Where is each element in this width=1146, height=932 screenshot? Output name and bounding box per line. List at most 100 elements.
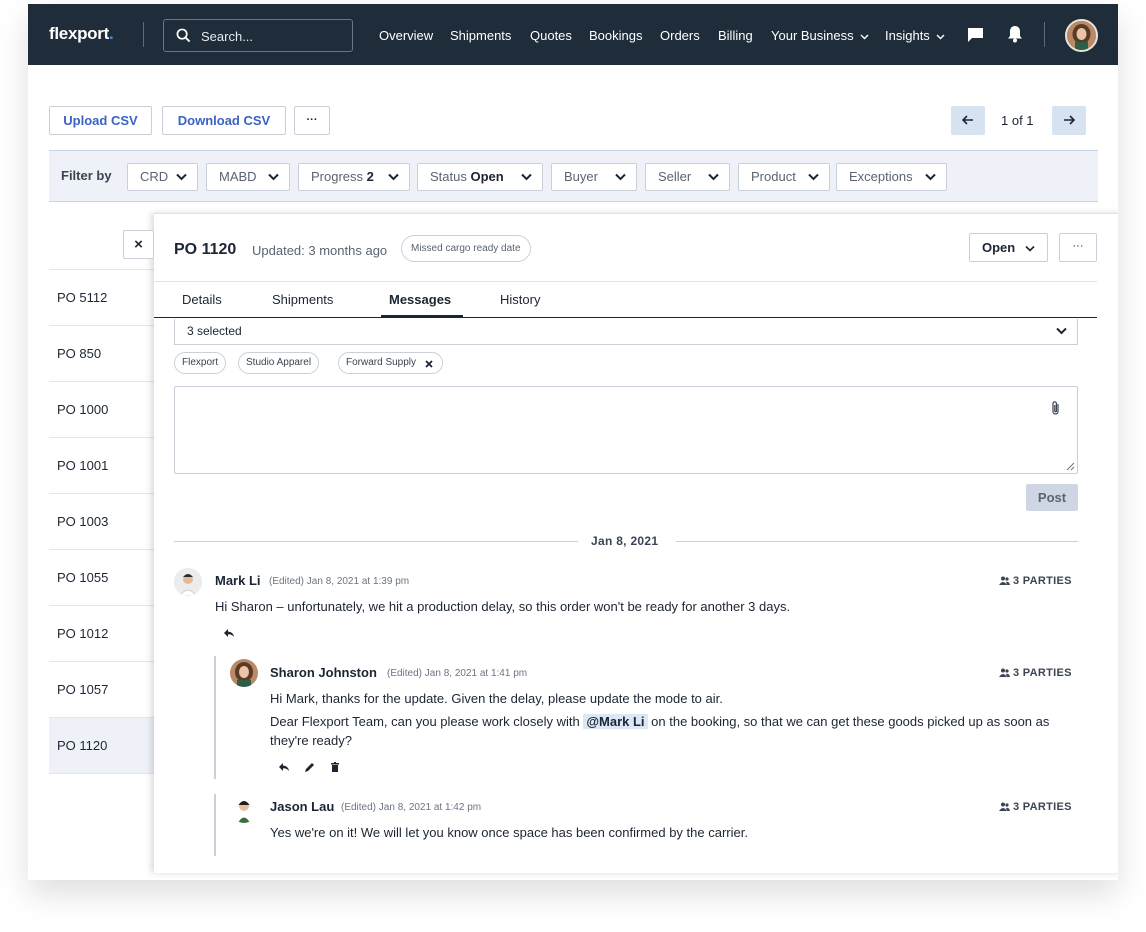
- edit-icon[interactable]: [305, 763, 314, 772]
- bell-icon[interactable]: [1007, 25, 1023, 43]
- message-meta: (Edited) Jan 8, 2021 at 1:42 pm: [341, 802, 482, 813]
- recipient-chip[interactable]: Studio Apparel: [238, 352, 320, 374]
- recipients-select[interactable]: 3 selected: [174, 319, 1078, 345]
- po-row[interactable]: PO 850: [49, 326, 159, 382]
- filter-mabd[interactable]: MABD: [206, 163, 290, 191]
- detail-tabs: Details Shipments Messages History: [154, 281, 1097, 318]
- nav-divider: [143, 22, 144, 47]
- arrow-right-icon: [1064, 115, 1076, 125]
- tab-details[interactable]: Details: [182, 292, 222, 307]
- parties-indicator[interactable]: 3 PARTIES: [999, 667, 1072, 679]
- people-icon: [999, 802, 1010, 811]
- avatar: [174, 568, 202, 596]
- user-avatar[interactable]: [1065, 19, 1098, 52]
- arrow-left-icon: [961, 115, 973, 125]
- filter-seller[interactable]: Seller: [645, 163, 730, 191]
- filter-product[interactable]: Product: [738, 163, 830, 191]
- recipient-chip[interactable]: Forward Supply: [338, 352, 444, 374]
- chevron-down-icon: [615, 173, 626, 181]
- filter-status[interactable]: Status Open: [417, 163, 543, 191]
- mention-tag[interactable]: @Mark Li: [583, 714, 648, 729]
- filter-label: Filter by: [61, 168, 112, 183]
- message-text: Dear Flexport Team, can you please work …: [270, 714, 1050, 729]
- close-panel-button[interactable]: ×: [123, 230, 154, 259]
- recipient-chip[interactable]: Flexport: [174, 352, 227, 374]
- nav-link-overview[interactable]: Overview: [379, 28, 433, 43]
- message-text: Yes we're on it! We will let you know on…: [270, 825, 748, 840]
- app-window: flexport. Search... Overview Shipments Q…: [28, 4, 1118, 880]
- po-row[interactable]: PO 1001: [49, 438, 159, 494]
- tab-history[interactable]: History: [500, 292, 540, 307]
- status-dropdown[interactable]: Open: [969, 233, 1048, 262]
- people-icon: [999, 668, 1010, 677]
- chevron-down-icon: [521, 173, 532, 181]
- po-row[interactable]: PO 1012: [49, 606, 159, 662]
- close-icon[interactable]: [425, 360, 433, 368]
- tab-shipments[interactable]: Shipments: [272, 292, 333, 307]
- upload-csv-button[interactable]: Upload CSV: [49, 106, 152, 135]
- filter-bar: Filter by CRD MABD Progress 2 Status Ope…: [49, 150, 1098, 202]
- message-author: Mark Li: [215, 573, 261, 588]
- flexport-logo[interactable]: flexport.: [49, 24, 114, 44]
- filter-progress[interactable]: Progress 2: [298, 163, 410, 191]
- avatar-image: [174, 568, 202, 596]
- message-text: Hi Sharon – unfortunately, we hit a prod…: [215, 599, 791, 614]
- date-divider-line: [174, 541, 578, 542]
- message-author: Jason Lau: [270, 799, 335, 814]
- nav-link-bookings[interactable]: Bookings: [589, 28, 642, 43]
- message-input[interactable]: [174, 386, 1078, 474]
- download-csv-button[interactable]: Download CSV: [162, 106, 286, 135]
- updated-label: Updated: 3 months ago: [252, 243, 388, 258]
- nav-link-shipments[interactable]: Shipments: [450, 28, 511, 43]
- filter-buyer[interactable]: Buyer: [551, 163, 637, 191]
- nav-divider: [1044, 22, 1045, 47]
- po-row[interactable]: PO 1057: [49, 662, 159, 718]
- next-page-button[interactable]: [1052, 106, 1086, 135]
- chevron-down-icon: [708, 173, 719, 181]
- resize-handle-icon[interactable]: [1066, 462, 1075, 471]
- post-button[interactable]: Post: [1026, 484, 1078, 511]
- nav-link-quotes[interactable]: Quotes: [530, 28, 572, 43]
- top-nav: flexport. Search... Overview Shipments Q…: [28, 4, 1118, 65]
- po-row[interactable]: PO 1003: [49, 494, 159, 550]
- tab-messages[interactable]: Messages: [389, 292, 451, 307]
- search-icon: [176, 28, 191, 43]
- nav-link-insights[interactable]: Insights: [885, 28, 945, 43]
- avatar-image: [230, 659, 258, 687]
- active-tab-indicator: [381, 315, 463, 318]
- filter-exceptions[interactable]: Exceptions: [836, 163, 947, 191]
- reply-icon[interactable]: [279, 763, 289, 771]
- po-row[interactable]: PO 1055: [49, 550, 159, 606]
- chevron-down-icon: [268, 173, 279, 181]
- avatar: [230, 795, 258, 823]
- chat-icon[interactable]: [967, 27, 984, 43]
- pagination-label: 1 of 1: [1001, 113, 1034, 128]
- trash-icon[interactable]: [331, 762, 339, 772]
- thread-line: [214, 656, 216, 779]
- nav-link-your-business[interactable]: Your Business: [771, 28, 869, 43]
- people-icon: [999, 576, 1010, 585]
- previous-page-button[interactable]: [951, 106, 985, 135]
- detail-more-button[interactable]: ···: [1059, 233, 1097, 262]
- po-title: PO 1120: [174, 241, 237, 258]
- nav-link-billing[interactable]: Billing: [718, 28, 753, 43]
- po-row[interactable]: PO 5112: [49, 270, 159, 326]
- filter-crd[interactable]: CRD: [127, 163, 198, 191]
- chevron-down-icon: [808, 173, 819, 181]
- more-options-button[interactable]: ···: [294, 106, 330, 135]
- exception-badge: Missed cargo ready date: [401, 235, 531, 262]
- chevron-down-icon: [860, 34, 869, 40]
- message-text: Hi Mark, thanks for the update. Given th…: [270, 691, 723, 706]
- search-input[interactable]: Search...: [163, 19, 353, 52]
- chevron-down-icon: [1056, 327, 1067, 335]
- chevron-down-icon: [936, 34, 945, 40]
- reply-icon[interactable]: [224, 629, 234, 637]
- avatar: [230, 659, 258, 687]
- chevron-down-icon: [1025, 245, 1035, 252]
- parties-indicator[interactable]: 3 PARTIES: [999, 801, 1072, 813]
- paperclip-icon[interactable]: [1051, 400, 1060, 416]
- po-row[interactable]: PO 1000: [49, 382, 159, 438]
- parties-indicator[interactable]: 3 PARTIES: [999, 575, 1072, 587]
- po-row-selected[interactable]: PO 1120: [49, 718, 159, 774]
- nav-link-orders[interactable]: Orders: [660, 28, 700, 43]
